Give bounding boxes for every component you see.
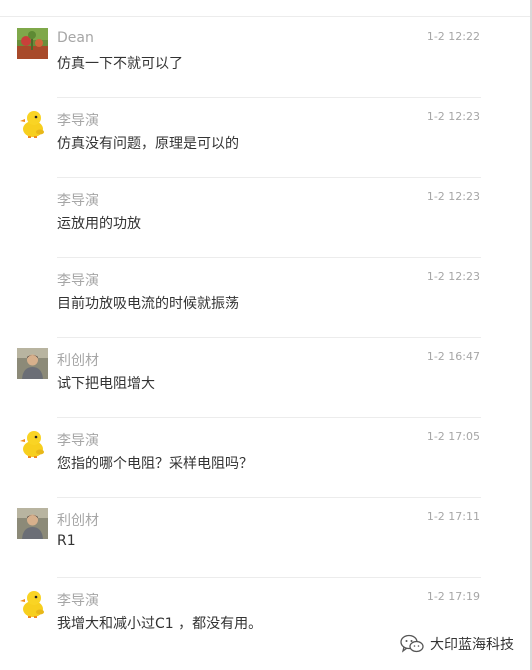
message-time: 1-2 12:23 [426,110,480,123]
chat-message: 李导演 1-2 17:05 您指的哪个电阻？采样电阻吗？ [0,417,530,497]
sender-name: 李导演 [57,433,99,449]
message-divider [57,497,481,498]
message-divider [57,257,481,258]
message-divider [57,577,481,578]
sender-name: 李导演 [57,113,99,129]
person-avatar-icon[interactable] [17,508,48,539]
sender-name: 利创材 [57,513,99,529]
wechat-icon [400,634,424,654]
message-divider [57,337,481,338]
message-text: 您指的哪个电阻？采样电阻吗？ [57,456,253,472]
message-time: 1-2 17:11 [426,510,480,523]
chat-message: Dean 1-2 12:22 仿真一下不就可以了 [0,17,530,97]
watermark: 大印蓝海科技 [400,634,514,654]
watermark-label: 大印蓝海科技 [430,637,514,653]
landscape-avatar-icon[interactable] [17,28,48,59]
chat-message: 李导演 1-2 12:23 运放用的功放 [0,177,530,257]
sender-name: 利创材 [57,353,99,369]
message-time: 1-2 17:05 [426,430,480,443]
chat-message-list: Dean 1-2 12:22 仿真一下不就可以了 李导演 1-2 12:23 仿… [0,17,530,657]
message-divider [57,417,481,418]
message-time: 1-2 17:19 [426,590,480,603]
message-time: 1-2 12:23 [426,270,480,283]
chat-message: 李导演 1-2 12:23 目前功放吸电流的时候就振荡 [0,257,530,337]
message-text: 试下把电阻增大 [57,376,155,392]
duck-avatar-icon[interactable] [17,108,48,139]
chat-message: 李导演 1-2 12:23 仿真没有问题，原理是可以的 [0,97,530,177]
chat-message: 利创材 1-2 16:47 试下把电阻增大 [0,337,530,417]
sender-name: 李导演 [57,273,99,289]
message-text: R1 [57,533,76,549]
message-divider [57,177,481,178]
message-divider [57,97,481,98]
sender-name: Dean [57,30,94,46]
duck-avatar-icon[interactable] [17,428,48,459]
message-time: 1-2 16:47 [426,350,480,363]
person-avatar-icon[interactable] [17,348,48,379]
message-text: 仿真一下不就可以了 [57,56,183,72]
chat-message: 利创材 1-2 17:11 R1 [0,497,530,577]
message-time: 1-2 12:22 [426,30,480,43]
message-text: 运放用的功放 [57,216,141,232]
message-time: 1-2 12:23 [426,190,480,203]
message-text: 我增大和减小过C1 ，都没有用。 [57,616,263,632]
sender-name: 李导演 [57,593,99,609]
sender-name: 李导演 [57,193,99,209]
duck-avatar-icon[interactable] [17,588,48,619]
message-text: 目前功放吸电流的时候就振荡 [57,296,239,312]
message-text: 仿真没有问题，原理是可以的 [57,136,239,152]
